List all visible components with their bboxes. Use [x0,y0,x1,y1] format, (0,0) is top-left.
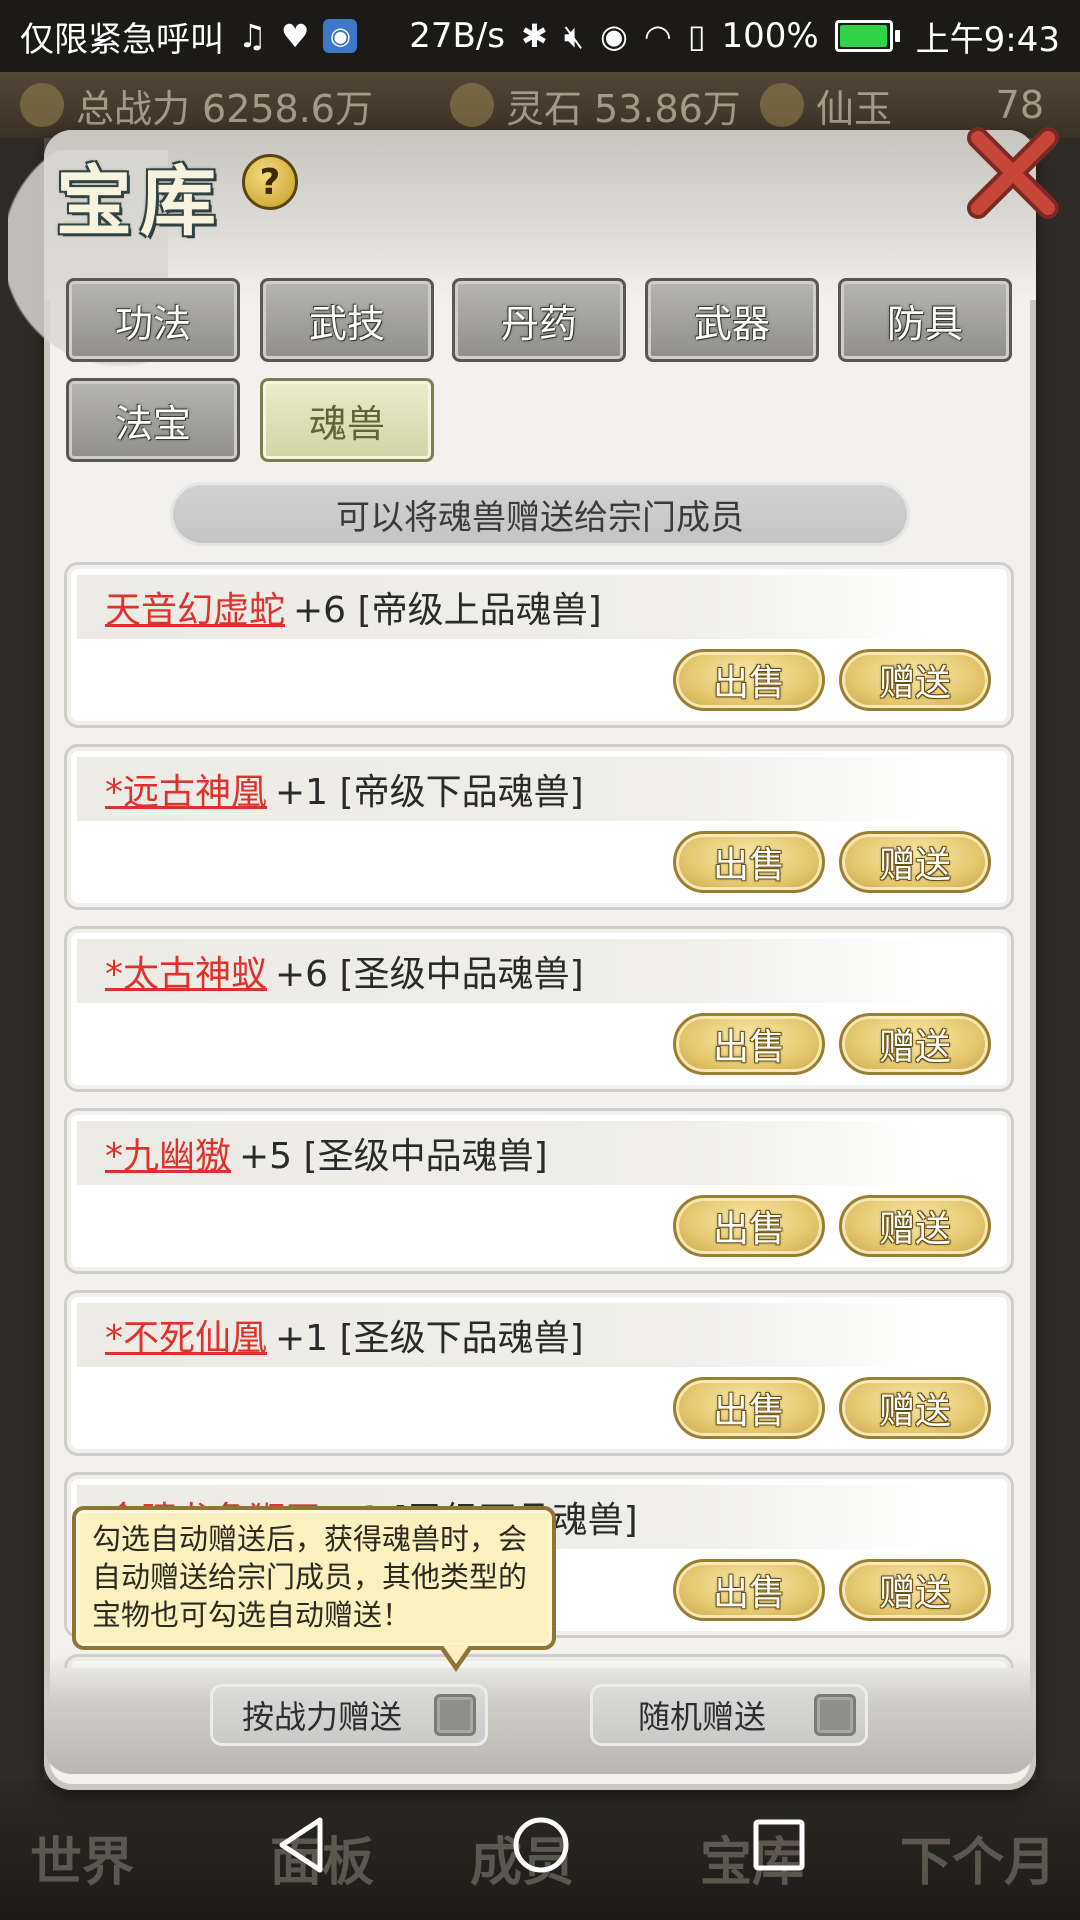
battery-percent: 100% [721,16,819,56]
mute-icon: 🔇︎ [563,17,584,55]
gift-button[interactable]: 赠送 [839,1013,991,1075]
gift-by-power-toggle[interactable]: 按战力赠送 [210,1684,488,1746]
nav-next-month[interactable]: 下个月 [900,1820,1056,1895]
gift-button[interactable]: 赠送 [839,1559,991,1621]
beast-name-link[interactable]: *远古神凰 [105,763,267,815]
jade-stat: 仙玉 [760,78,892,133]
beast-name-link[interactable]: *不死仙凰 [105,1309,267,1361]
status-bar: 仅限紧急呼叫 ♫ ♥ ◉ 27B/s ✱ 🔇︎ ◉ ◠ ▯ 100% 上午9:4… [0,0,1080,72]
carrier-text: 仅限紧急呼叫 [20,19,224,60]
net-speed: 27B/s [409,16,505,56]
beast-list[interactable]: 天音幻虚蛇 +6 [帝级上品魂兽] 出售 赠送 *远古神凰 +1 [帝级下品魂兽… [64,562,1014,1668]
eye-icon: ◉ [599,17,628,55]
spirit-stone-stat: 灵石 53.86万 [450,78,741,133]
auto-gift-tooltip: 勾选自动赠送后，获得魂兽时，会自动赠送给宗门成员，其他类型的宝物也可勾选自动赠送… [72,1506,556,1650]
tab-hunshou[interactable]: 魂兽 [260,378,434,462]
battery-icon [834,20,900,52]
beast-grade: +5 [圣级中品魂兽] [239,1136,548,1177]
tab-fabao[interactable]: 法宝 [66,378,240,462]
gift-button[interactable]: 赠送 [839,1195,991,1257]
random-gift-checkbox[interactable] [814,1694,856,1736]
sell-button[interactable]: 出售 [673,1559,825,1621]
tab-gongfa[interactable]: 功法 [66,278,240,362]
help-icon[interactable]: ? [242,154,298,210]
music-note-icon: ♫ [238,17,267,55]
recents-nav-icon[interactable] [746,1812,812,1878]
info-banner: 可以将魂兽赠送给宗门成员 [170,482,910,546]
back-nav-icon[interactable] [270,1812,336,1878]
bluetooth-icon: ✱ [521,17,548,55]
game-resource-bar: 总战力 6258.6万 灵石 53.86万 仙玉 78 [0,72,1080,138]
list-item: 天音幻虚蛇 +6 [帝级上品魂兽] 出售 赠送 [64,562,1014,728]
beast-grade: +1 [圣级下品魂兽] [275,1318,584,1359]
sell-button[interactable]: 出售 [673,1377,825,1439]
jade-icon [760,83,804,127]
beast-grade: +6 [圣级中品魂兽] [275,954,584,995]
sell-button[interactable]: 出售 [673,831,825,893]
dialog-title: 宝库 [56,157,224,246]
sell-button[interactable]: 出售 [673,649,825,711]
beast-name-link[interactable]: *九幽獓 [105,1127,231,1179]
gift-button[interactable]: 赠送 [839,649,991,711]
tab-wuqi[interactable]: 武器 [645,278,819,362]
spirit-stone-icon [450,83,494,127]
power-crest-icon [20,83,64,127]
sell-button[interactable]: 出售 [673,1195,825,1257]
list-item: *太古神蚁 +6 [圣级中品魂兽] 出售 赠送 [64,926,1014,1092]
tab-wuji[interactable]: 武技 [260,278,434,362]
list-item: *不死仙凰 +1 [圣级下品魂兽] 出售 赠送 [64,1290,1014,1456]
nav-world[interactable]: 世界 [30,1820,134,1895]
gift-by-power-checkbox[interactable] [434,1694,476,1736]
power-stat: 总战力 6258.6万 [20,78,373,133]
sim-alert-icon: ▯ [687,17,706,55]
random-gift-label: 随机赠送 [637,1698,766,1736]
gift-button[interactable]: 赠送 [839,1377,991,1439]
health-heart-icon: ♥ [280,17,310,55]
gift-button[interactable]: 赠送 [839,831,991,893]
close-icon[interactable] [958,118,1068,228]
clock: 上午9:43 [915,19,1060,60]
tab-fangju[interactable]: 防具 [838,278,1012,362]
home-nav-icon[interactable] [508,1812,574,1878]
beast-name-link[interactable]: 天音幻虚蛇 [105,581,285,633]
beast-name-link[interactable]: *太古神蚁 [105,945,267,997]
wifi-icon: ◠ [643,17,672,55]
beast-grade: +6 [帝级上品魂兽] [293,590,602,631]
globe-app-icon: ◉ [323,19,358,53]
gift-by-power-label: 按战力赠送 [241,1698,402,1736]
tab-danyao[interactable]: 丹药 [452,278,626,362]
list-item: *九幽獓 +5 [圣级中品魂兽] 出售 赠送 [64,1108,1014,1274]
random-gift-toggle[interactable]: 随机赠送 [590,1684,868,1746]
dialog-footer [44,1654,1036,1774]
beast-grade: +1 [帝级下品魂兽] [275,772,584,813]
sell-button[interactable]: 出售 [673,1013,825,1075]
list-item: *远古神凰 +1 [帝级下品魂兽] 出售 赠送 [64,744,1014,910]
